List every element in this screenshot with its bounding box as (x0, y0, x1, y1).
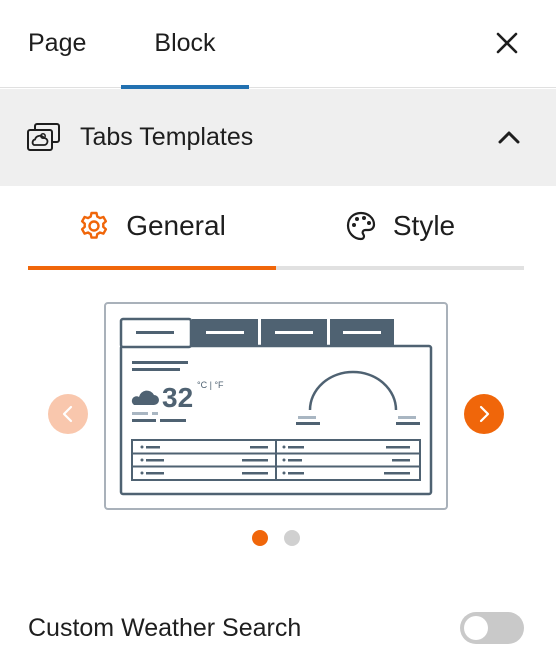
settings-tabs: General Style (28, 186, 524, 270)
active-tab-indicator (28, 266, 276, 270)
gear-icon (81, 211, 108, 239)
carousel-next-button[interactable] (464, 394, 504, 434)
tab-general[interactable]: General (28, 186, 276, 266)
tab-general-label: General (126, 210, 226, 241)
custom-weather-search-label: Custom Weather Search (28, 614, 302, 642)
chevron-left-icon (62, 405, 73, 423)
palette-icon (346, 211, 375, 241)
carousel-dot-2[interactable] (284, 530, 300, 546)
chevron-up-icon[interactable] (496, 125, 522, 151)
weather-template-preview: 32 °C | °F (119, 317, 433, 496)
panel-title: Tabs Templates (80, 123, 254, 151)
carousel-dot-1[interactable] (252, 530, 268, 546)
carousel-prev-button[interactable] (48, 394, 88, 434)
custom-weather-search-toggle[interactable] (460, 612, 524, 644)
tab-page[interactable]: Page (28, 0, 86, 88)
preview-units: °C | °F (197, 380, 224, 390)
chevron-right-icon (479, 405, 490, 423)
toggle-knob (464, 616, 488, 640)
tab-style[interactable]: Style (276, 186, 524, 266)
custom-weather-search-setting: Custom Weather Search (28, 606, 524, 650)
carousel-pagination (0, 530, 556, 546)
weather-template-icon (27, 123, 60, 151)
close-icon[interactable] (494, 30, 520, 56)
template-carousel: 32 °C | °F (0, 300, 556, 510)
preview-temperature: 32 (162, 382, 193, 413)
sidebar-tabs: Page Block (0, 0, 556, 89)
tab-style-label: Style (392, 210, 456, 241)
template-preview-card[interactable]: 32 °C | °F (104, 302, 448, 510)
panel-header[interactable]: Tabs Templates (0, 89, 556, 186)
tab-block[interactable]: Block (121, 0, 249, 89)
